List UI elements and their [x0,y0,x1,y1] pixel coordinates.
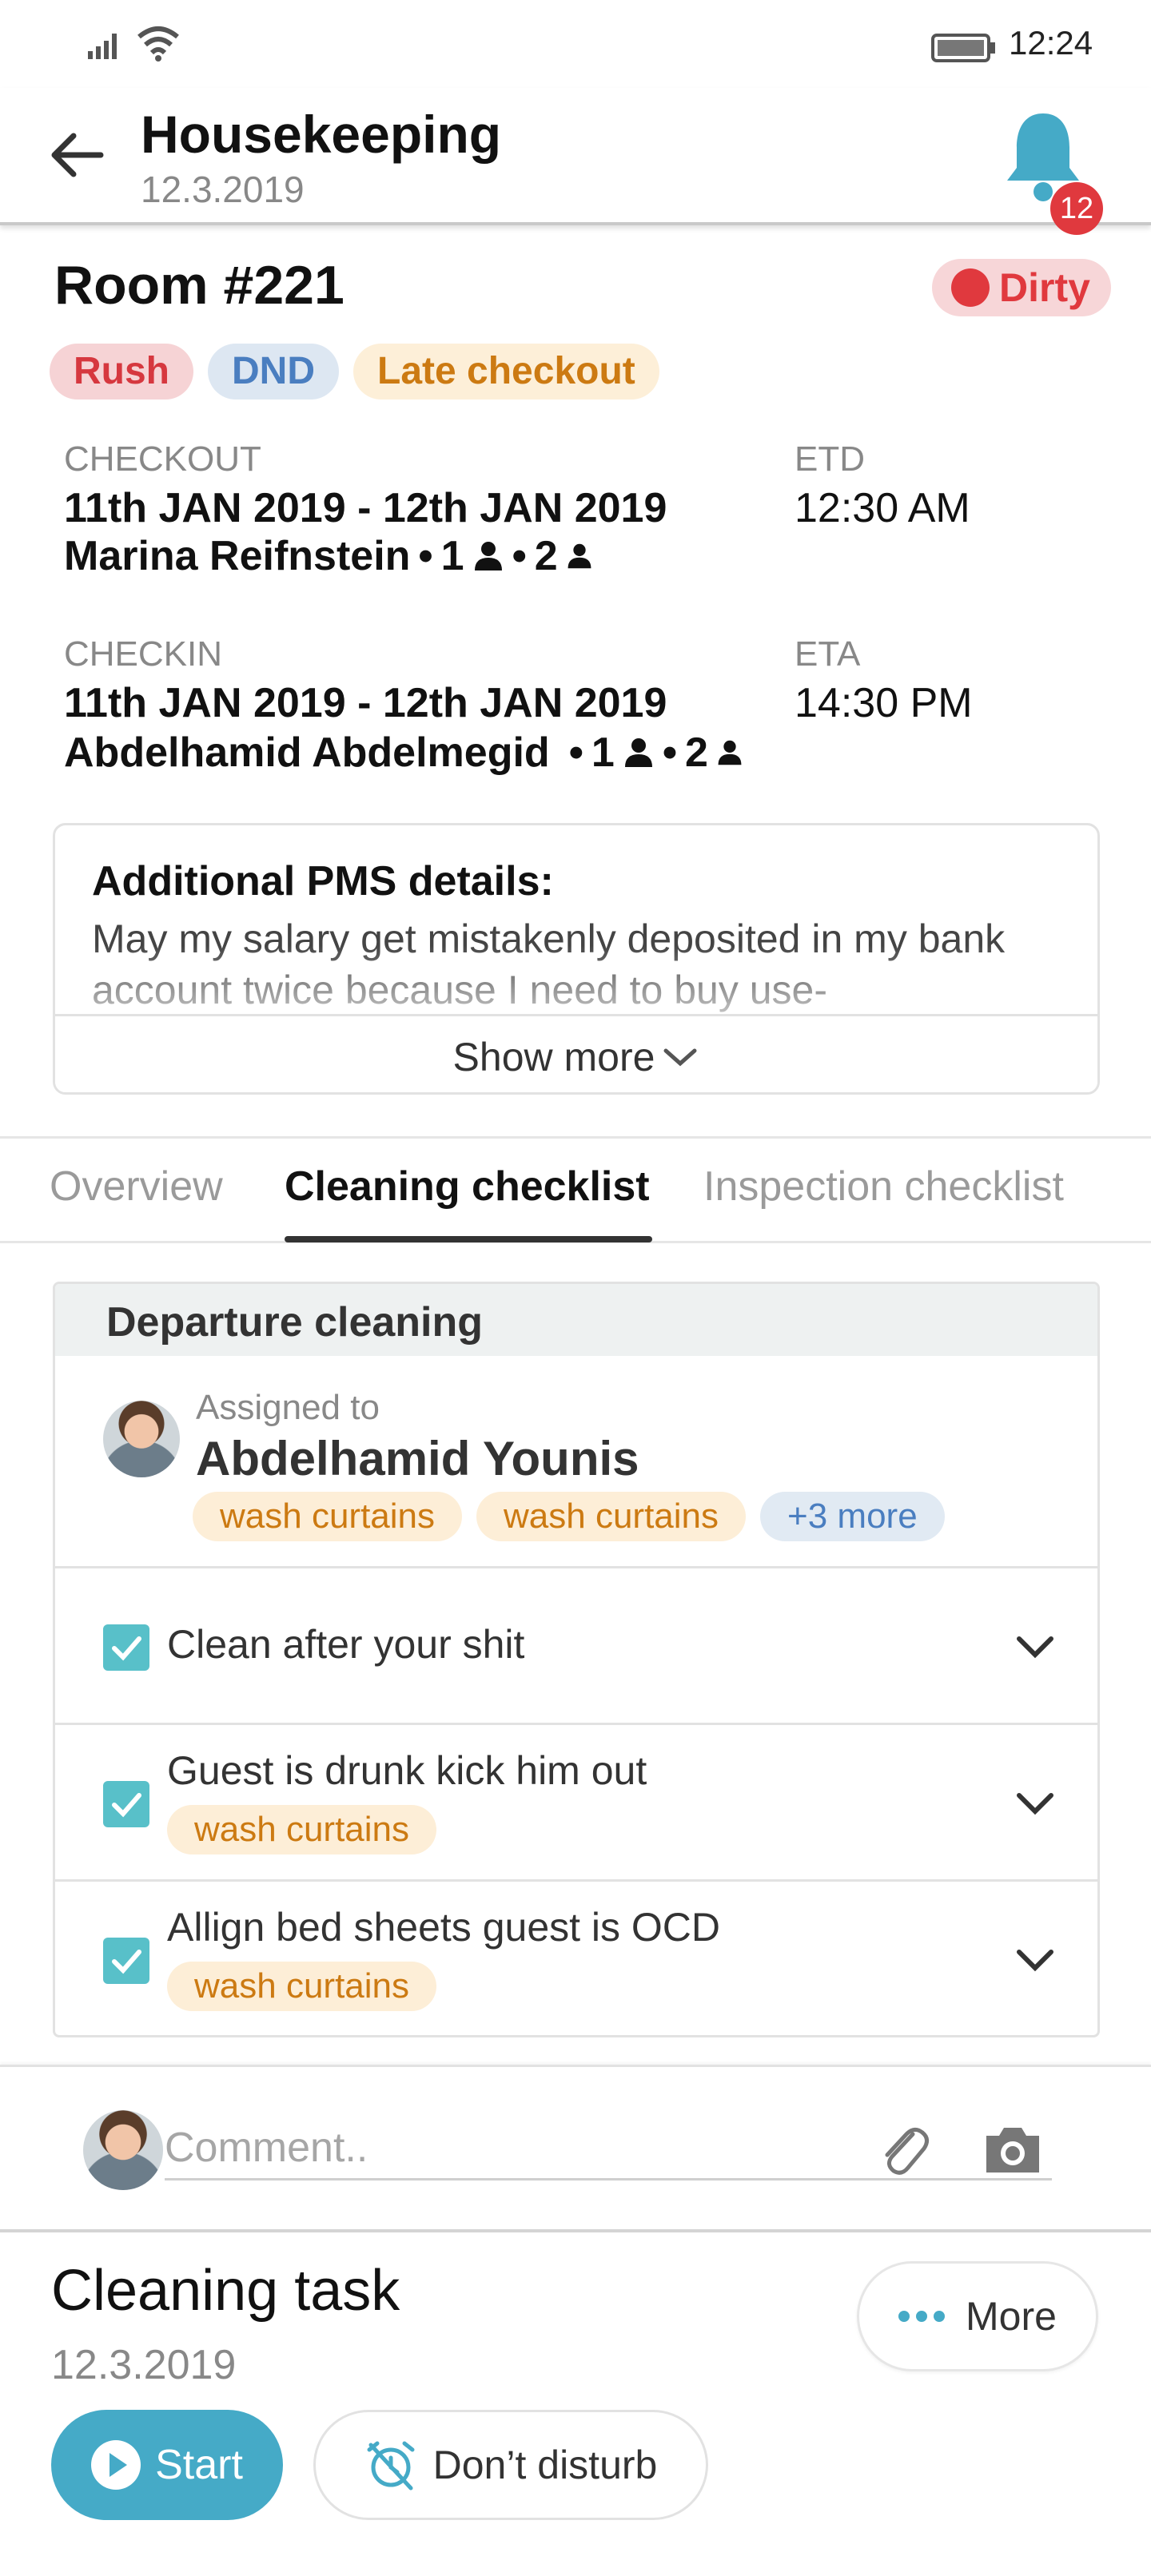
app-header: Housekeeping 12.3.2019 12 [0,88,1151,235]
assignee-tag: wash curtains [476,1492,747,1541]
checklist-item-text: Guest is drunk kick him out [167,1748,647,1793]
tag-dnd: DND [208,344,339,400]
back-arrow-icon[interactable] [45,123,109,187]
dont-disturb-label: Don’t disturb [432,2443,658,2487]
etd-label: ETD [795,439,865,479]
checkout-guest-line: Marina Reifnstein • 1 • 2 [64,532,593,580]
checklist-item-tag: wash curtains [167,1805,437,1854]
chevron-down-icon[interactable] [1011,1631,1059,1663]
avatar [83,2110,163,2190]
active-tab-indicator [285,1236,652,1242]
assignee-tag: wash curtains [193,1492,463,1541]
tag-rush: Rush [50,344,193,400]
start-label: Start [155,2442,243,2488]
page-date: 12.3.2019 [141,169,305,210]
adult-icon [474,542,502,570]
dont-disturb-button[interactable]: Don’t disturb [313,2410,708,2520]
assignee-row: Assigned to Abdelhamid Younis wash curta… [55,1356,1097,1568]
checkin-guest-line: Abdelhamid Abdelmegid • 1 • 2 [64,729,743,777]
pms-details-card: Additional PMS details: May my salary ge… [53,823,1100,1095]
separator-dot: • [418,533,433,579]
checkin-dates: 11th JAN 2019 - 12th JAN 2019 [64,680,667,726]
section-title: Departure cleaning [106,1299,484,1346]
wifi-icon [137,26,179,62]
checkout-children: 2 [534,533,558,579]
page-title: Housekeeping [141,105,502,164]
show-more-button[interactable]: Show more [55,1014,1097,1092]
tab-inspection-checklist[interactable]: Inspection checklist [703,1163,1064,1210]
tab-overview[interactable]: Overview [50,1163,223,1210]
separator-dot: • [662,729,678,776]
show-more-label: Show more [452,1034,655,1079]
checkout-dates: 11th JAN 2019 - 12th JAN 2019 [64,485,667,531]
checklist-item[interactable]: Guest is drunk kick him out wash curtain… [55,1725,1097,1882]
checklist-item-text: Clean after your shit [167,1622,525,1667]
task-title: Cleaning task [51,2259,400,2323]
departure-cleaning-card: Departure cleaning Assigned to Abdelhami… [53,1282,1100,2037]
checkout-adults: 1 [440,533,464,579]
assignee-tags: wash curtains wash curtains +3 more [193,1492,945,1541]
checkin-label: CHECKIN [64,634,223,674]
more-tags-chip[interactable]: +3 more [760,1492,945,1541]
child-icon [718,740,742,765]
check-icon [112,1636,141,1661]
room-title: Room #221 [54,255,345,316]
check-icon [112,1950,141,1974]
assignee-name: Abdelhamid Younis [196,1432,639,1485]
play-icon [91,2440,141,2490]
start-button[interactable]: Start [51,2410,283,2520]
chevron-down-icon [663,1048,697,1066]
comment-bar [0,2065,1151,2232]
chevron-down-icon[interactable] [1011,1944,1059,1976]
more-label: More [966,2294,1057,2339]
notification-badge: 12 [1050,182,1103,235]
child-icon [568,543,591,569]
adult-icon [624,738,652,767]
room-status-label: Dirty [999,265,1090,310]
checkbox-checked[interactable] [103,1624,149,1671]
separator-dot: • [568,729,583,776]
checkin-children: 2 [685,729,708,776]
section-header: Departure cleaning [55,1284,1097,1356]
status-bar: 12:24 [0,0,1151,88]
alarm-off-icon [367,2441,415,2491]
eta-label: ETA [795,634,861,674]
checklist-item[interactable]: Allign bed sheets guest is OCD wash curt… [55,1882,1097,2035]
more-button[interactable]: More [857,2261,1098,2371]
checkbox-checked[interactable] [103,1781,149,1827]
task-date: 12.3.2019 [51,2342,237,2388]
chevron-down-icon[interactable] [1011,1787,1059,1819]
avatar [103,1401,180,1477]
eta-value: 14:30 PM [795,680,973,726]
checklist-item[interactable]: Clean after your shit [55,1568,1097,1725]
check-icon [112,1793,141,1818]
status-time: 12:24 [1009,24,1093,62]
checklist-item-tag: wash curtains [167,1962,437,2011]
checklist-item-text: Allign bed sheets guest is OCD [167,1905,721,1950]
room-tags: Rush DND Late checkout [50,344,659,400]
assigned-label: Assigned to [196,1388,380,1427]
more-dots-icon [898,2311,946,2322]
battery-icon [931,34,995,62]
checkin-guest: Abdelhamid Abdelmegid [64,729,550,776]
room-status-badge: Dirty [932,259,1111,316]
checkbox-checked[interactable] [103,1938,149,1984]
signal-icon [88,34,117,59]
tag-late-checkout: Late checkout [353,344,659,400]
tab-bar: Overview Cleaning checklist Inspection c… [0,1136,1151,1243]
etd-value: 12:30 AM [795,485,970,531]
pms-title: Additional PMS details: [92,858,554,904]
separator-dot: • [512,533,527,579]
camera-icon[interactable] [982,2120,1044,2177]
tab-cleaning-checklist[interactable]: Cleaning checklist [285,1163,650,1210]
paperclip-icon[interactable] [874,2117,930,2180]
checkout-label: CHECKOUT [64,439,261,479]
status-dot-icon [951,268,990,307]
checkin-adults: 1 [591,729,615,776]
checkout-guest: Marina Reifnstein [64,533,411,579]
